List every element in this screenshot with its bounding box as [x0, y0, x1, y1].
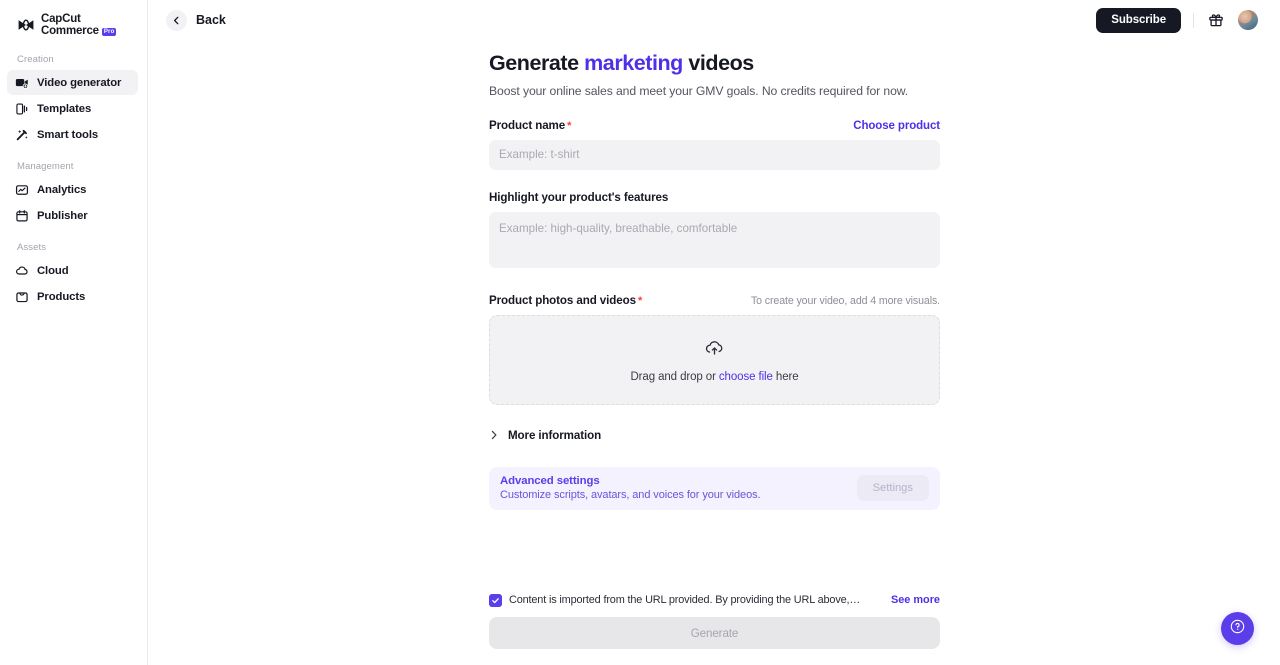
back-label: Back — [196, 13, 226, 27]
brand-line-2: Commerce Pro — [41, 26, 116, 38]
advanced-settings-card: Advanced settings Customize scripts, ava… — [489, 467, 940, 510]
more-information-toggle[interactable]: More information — [489, 427, 940, 445]
brand-text: CapCut Commerce Pro — [41, 14, 116, 38]
pro-badge: Pro — [102, 28, 117, 36]
top-bar-divider — [1193, 13, 1194, 28]
sidebar-item-video-generator[interactable]: Video generator — [7, 70, 138, 95]
gift-icon[interactable] — [1207, 11, 1225, 29]
field-product-name-label: Product name* — [489, 119, 571, 132]
sidebar-item-label: Products — [37, 291, 85, 303]
brand-logo[interactable]: CapCut Commerce Pro — [0, 0, 147, 40]
field-features-head: Highlight your product's features — [489, 191, 940, 204]
more-information-label: More information — [508, 429, 601, 442]
features-textarea[interactable] — [489, 212, 940, 268]
sidebar-item-label: Publisher — [37, 210, 88, 222]
field-features: Highlight your product's features — [489, 191, 940, 273]
advanced-settings-texts: Advanced settings Customize scripts, ava… — [500, 475, 760, 501]
required-marker: * — [638, 295, 642, 307]
back-button[interactable]: Back — [162, 6, 232, 35]
field-product-name-head: Product name* Choose product — [489, 119, 940, 132]
consent-text: Content is imported from the URL provide… — [509, 594, 861, 606]
advanced-settings-subtitle: Customize scripts, avatars, and voices f… — [500, 489, 760, 501]
required-marker: * — [567, 120, 571, 132]
page-title-accent: marketing — [584, 51, 683, 75]
see-more-link[interactable]: See more — [891, 594, 940, 606]
sidebar-item-label: Video generator — [37, 77, 121, 89]
capcut-logo-icon — [16, 16, 36, 36]
top-bar-right: Subscribe — [1096, 8, 1258, 33]
field-product-name-label-text: Product name — [489, 119, 565, 132]
dropzone-text: Drag and drop or choose file here — [630, 371, 798, 383]
generate-button[interactable]: Generate — [489, 617, 940, 649]
field-product-media-label-text: Product photos and videos — [489, 294, 636, 307]
content-column: Generate marketing videos Boost your onl… — [489, 40, 940, 510]
templates-icon — [15, 102, 29, 116]
analytics-icon — [15, 183, 29, 197]
field-product-name: Product name* Choose product — [489, 119, 940, 170]
choose-product-link[interactable]: Choose product — [853, 120, 940, 132]
file-dropzone[interactable]: Drag and drop or choose file here — [489, 315, 940, 405]
field-product-media-label: Product photos and videos* — [489, 294, 642, 307]
app-root: CapCut Commerce Pro Creation Video gener… — [0, 0, 1280, 665]
sidebar-item-templates[interactable]: Templates — [7, 96, 138, 121]
sidebar-item-publisher[interactable]: Publisher — [7, 203, 138, 228]
dropzone-suffix: here — [773, 371, 799, 383]
page-title-part-2: videos — [683, 51, 754, 75]
video-generator-icon — [15, 76, 29, 90]
chevron-right-icon — [489, 427, 499, 445]
field-product-media: Product photos and videos* To create you… — [489, 294, 940, 405]
subscribe-button[interactable]: Subscribe — [1096, 8, 1181, 33]
brand-line-2-text: Commerce — [41, 26, 99, 38]
advanced-settings-title: Advanced settings — [500, 475, 760, 487]
page-title: Generate marketing videos — [489, 50, 940, 77]
products-icon — [15, 290, 29, 304]
top-bar: Back Subscribe — [148, 0, 1280, 40]
sidebar-item-cloud[interactable]: Cloud — [7, 258, 138, 283]
cloud-upload-icon — [704, 337, 725, 363]
main-area: Back Subscribe Generate marke — [148, 0, 1280, 665]
sidebar-item-products[interactable]: Products — [7, 284, 138, 309]
field-product-media-head: Product photos and videos* To create you… — [489, 294, 940, 307]
settings-button[interactable]: Settings — [857, 475, 929, 501]
bottom-block: Content is imported from the URL provide… — [489, 592, 940, 649]
chevron-left-icon — [166, 10, 187, 31]
consent-checkbox[interactable] — [489, 594, 502, 607]
dropzone-prefix: Drag and drop or — [630, 371, 718, 383]
field-features-label: Highlight your product's features — [489, 191, 668, 204]
sidebar-item-smart-tools[interactable]: Smart tools — [7, 122, 138, 147]
smart-tools-icon — [15, 128, 29, 142]
sidebar-section-management-label: Management — [0, 161, 147, 172]
sidebar-section-assets-label: Assets — [0, 242, 147, 253]
sidebar-item-analytics[interactable]: Analytics — [7, 177, 138, 202]
cloud-icon — [15, 264, 29, 278]
help-button[interactable] — [1221, 612, 1254, 645]
page-title-part-1: Generate — [489, 51, 584, 75]
page-subtitle: Boost your online sales and meet your GM… — [489, 84, 940, 98]
sidebar-section-creation-label: Creation — [0, 54, 147, 65]
brand-line-1: CapCut — [41, 14, 116, 26]
sidebar-item-label: Cloud — [37, 265, 69, 277]
choose-file-link[interactable]: choose file — [719, 371, 773, 383]
consent-row: Content is imported from the URL provide… — [489, 592, 940, 608]
product-name-input[interactable] — [489, 140, 940, 170]
publisher-icon — [15, 209, 29, 223]
sidebar-item-label: Smart tools — [37, 129, 98, 141]
question-mark-icon — [1229, 618, 1246, 640]
sidebar-item-label: Analytics — [37, 184, 86, 196]
sidebar-item-label: Templates — [37, 103, 91, 115]
avatar[interactable] — [1238, 10, 1258, 30]
media-hint: To create your video, add 4 more visuals… — [751, 295, 940, 307]
sidebar: CapCut Commerce Pro Creation Video gener… — [0, 0, 148, 665]
